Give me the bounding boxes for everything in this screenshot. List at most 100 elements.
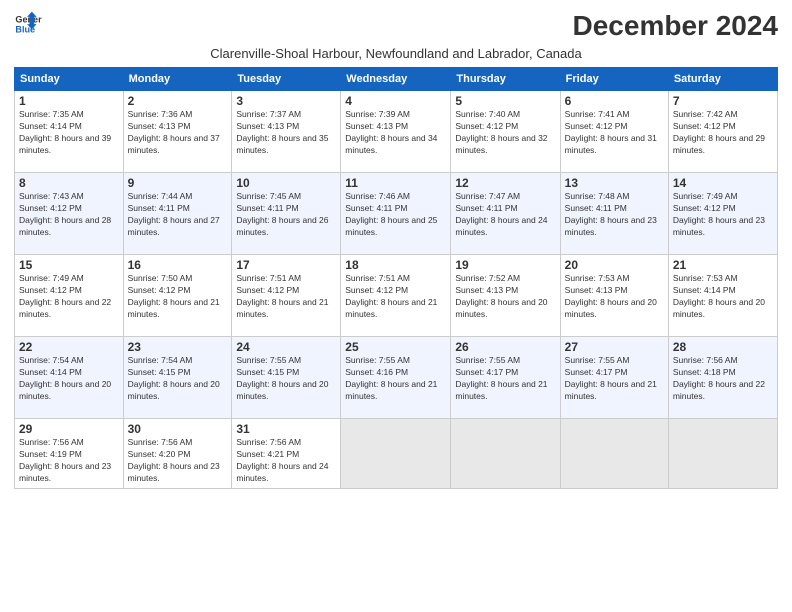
day-info: Sunrise: 7:47 AMSunset: 4:11 PMDaylight:… [455, 191, 547, 237]
day-number: 29 [19, 422, 119, 436]
day-number: 2 [128, 94, 228, 108]
table-row [341, 419, 451, 489]
day-info: Sunrise: 7:51 AMSunset: 4:12 PMDaylight:… [236, 273, 328, 319]
day-number: 7 [673, 94, 773, 108]
day-info: Sunrise: 7:46 AMSunset: 4:11 PMDaylight:… [345, 191, 437, 237]
day-number: 12 [455, 176, 555, 190]
logo-icon: General Blue [14, 10, 42, 38]
day-info: Sunrise: 7:44 AMSunset: 4:11 PMDaylight:… [128, 191, 220, 237]
day-number: 18 [345, 258, 446, 272]
header-friday: Friday [560, 68, 668, 91]
table-row: 10 Sunrise: 7:45 AMSunset: 4:11 PMDaylig… [232, 173, 341, 255]
day-info: Sunrise: 7:49 AMSunset: 4:12 PMDaylight:… [19, 273, 111, 319]
day-number: 4 [345, 94, 446, 108]
table-row: 3 Sunrise: 7:37 AMSunset: 4:13 PMDayligh… [232, 91, 341, 173]
table-row: 5 Sunrise: 7:40 AMSunset: 4:12 PMDayligh… [451, 91, 560, 173]
day-number: 23 [128, 340, 228, 354]
table-row: 29 Sunrise: 7:56 AMSunset: 4:19 PMDaylig… [15, 419, 124, 489]
day-number: 6 [565, 94, 664, 108]
day-info: Sunrise: 7:43 AMSunset: 4:12 PMDaylight:… [19, 191, 111, 237]
table-row: 15 Sunrise: 7:49 AMSunset: 4:12 PMDaylig… [15, 255, 124, 337]
header-tuesday: Tuesday [232, 68, 341, 91]
main-title: December 2024 [573, 10, 778, 42]
day-info: Sunrise: 7:48 AMSunset: 4:11 PMDaylight:… [565, 191, 657, 237]
calendar-header-row: Sunday Monday Tuesday Wednesday Thursday… [15, 68, 778, 91]
header-sunday: Sunday [15, 68, 124, 91]
table-row: 22 Sunrise: 7:54 AMSunset: 4:14 PMDaylig… [15, 337, 124, 419]
table-row: 4 Sunrise: 7:39 AMSunset: 4:13 PMDayligh… [341, 91, 451, 173]
day-number: 5 [455, 94, 555, 108]
table-row: 25 Sunrise: 7:55 AMSunset: 4:16 PMDaylig… [341, 337, 451, 419]
day-number: 16 [128, 258, 228, 272]
table-row: 8 Sunrise: 7:43 AMSunset: 4:12 PMDayligh… [15, 173, 124, 255]
header-wednesday: Wednesday [341, 68, 451, 91]
day-number: 3 [236, 94, 336, 108]
table-row [560, 419, 668, 489]
day-number: 26 [455, 340, 555, 354]
day-info: Sunrise: 7:55 AMSunset: 4:17 PMDaylight:… [455, 355, 547, 401]
day-number: 24 [236, 340, 336, 354]
day-number: 10 [236, 176, 336, 190]
table-row: 11 Sunrise: 7:46 AMSunset: 4:11 PMDaylig… [341, 173, 451, 255]
table-row: 7 Sunrise: 7:42 AMSunset: 4:12 PMDayligh… [668, 91, 777, 173]
day-info: Sunrise: 7:53 AMSunset: 4:13 PMDaylight:… [565, 273, 657, 319]
day-number: 15 [19, 258, 119, 272]
table-row: 1 Sunrise: 7:35 AMSunset: 4:14 PMDayligh… [15, 91, 124, 173]
day-info: Sunrise: 7:51 AMSunset: 4:12 PMDaylight:… [345, 273, 437, 319]
day-info: Sunrise: 7:56 AMSunset: 4:18 PMDaylight:… [673, 355, 765, 401]
header: General Blue December 2024 [14, 10, 778, 42]
title-section: December 2024 [573, 10, 778, 42]
day-number: 28 [673, 340, 773, 354]
table-row: 18 Sunrise: 7:51 AMSunset: 4:12 PMDaylig… [341, 255, 451, 337]
day-info: Sunrise: 7:37 AMSunset: 4:13 PMDaylight:… [236, 109, 328, 155]
day-info: Sunrise: 7:56 AMSunset: 4:21 PMDaylight:… [236, 437, 328, 483]
day-number: 21 [673, 258, 773, 272]
day-number: 11 [345, 176, 446, 190]
table-row [451, 419, 560, 489]
day-number: 14 [673, 176, 773, 190]
table-row: 21 Sunrise: 7:53 AMSunset: 4:14 PMDaylig… [668, 255, 777, 337]
table-row: 23 Sunrise: 7:54 AMSunset: 4:15 PMDaylig… [123, 337, 232, 419]
day-info: Sunrise: 7:39 AMSunset: 4:13 PMDaylight:… [345, 109, 437, 155]
day-info: Sunrise: 7:41 AMSunset: 4:12 PMDaylight:… [565, 109, 657, 155]
table-row: 9 Sunrise: 7:44 AMSunset: 4:11 PMDayligh… [123, 173, 232, 255]
day-number: 17 [236, 258, 336, 272]
table-row: 19 Sunrise: 7:52 AMSunset: 4:13 PMDaylig… [451, 255, 560, 337]
day-info: Sunrise: 7:54 AMSunset: 4:14 PMDaylight:… [19, 355, 111, 401]
table-row: 28 Sunrise: 7:56 AMSunset: 4:18 PMDaylig… [668, 337, 777, 419]
table-row: 30 Sunrise: 7:56 AMSunset: 4:20 PMDaylig… [123, 419, 232, 489]
table-row: 12 Sunrise: 7:47 AMSunset: 4:11 PMDaylig… [451, 173, 560, 255]
day-info: Sunrise: 7:36 AMSunset: 4:13 PMDaylight:… [128, 109, 220, 155]
header-saturday: Saturday [668, 68, 777, 91]
day-number: 13 [565, 176, 664, 190]
day-info: Sunrise: 7:50 AMSunset: 4:12 PMDaylight:… [128, 273, 220, 319]
day-number: 22 [19, 340, 119, 354]
header-monday: Monday [123, 68, 232, 91]
day-number: 20 [565, 258, 664, 272]
header-thursday: Thursday [451, 68, 560, 91]
day-number: 1 [19, 94, 119, 108]
calendar-table: Sunday Monday Tuesday Wednesday Thursday… [14, 67, 778, 489]
table-row: 2 Sunrise: 7:36 AMSunset: 4:13 PMDayligh… [123, 91, 232, 173]
day-info: Sunrise: 7:55 AMSunset: 4:17 PMDaylight:… [565, 355, 657, 401]
day-number: 30 [128, 422, 228, 436]
day-info: Sunrise: 7:56 AMSunset: 4:19 PMDaylight:… [19, 437, 111, 483]
day-info: Sunrise: 7:52 AMSunset: 4:13 PMDaylight:… [455, 273, 547, 319]
day-info: Sunrise: 7:49 AMSunset: 4:12 PMDaylight:… [673, 191, 765, 237]
table-row: 27 Sunrise: 7:55 AMSunset: 4:17 PMDaylig… [560, 337, 668, 419]
day-info: Sunrise: 7:40 AMSunset: 4:12 PMDaylight:… [455, 109, 547, 155]
day-info: Sunrise: 7:54 AMSunset: 4:15 PMDaylight:… [128, 355, 220, 401]
table-row: 6 Sunrise: 7:41 AMSunset: 4:12 PMDayligh… [560, 91, 668, 173]
table-row [668, 419, 777, 489]
table-row: 31 Sunrise: 7:56 AMSunset: 4:21 PMDaylig… [232, 419, 341, 489]
day-info: Sunrise: 7:45 AMSunset: 4:11 PMDaylight:… [236, 191, 328, 237]
table-row: 13 Sunrise: 7:48 AMSunset: 4:11 PMDaylig… [560, 173, 668, 255]
day-info: Sunrise: 7:56 AMSunset: 4:20 PMDaylight:… [128, 437, 220, 483]
table-row: 16 Sunrise: 7:50 AMSunset: 4:12 PMDaylig… [123, 255, 232, 337]
day-info: Sunrise: 7:55 AMSunset: 4:16 PMDaylight:… [345, 355, 437, 401]
page: General Blue December 2024 Clarenville-S… [0, 0, 792, 612]
day-info: Sunrise: 7:55 AMSunset: 4:15 PMDaylight:… [236, 355, 328, 401]
table-row: 24 Sunrise: 7:55 AMSunset: 4:15 PMDaylig… [232, 337, 341, 419]
day-number: 19 [455, 258, 555, 272]
day-number: 9 [128, 176, 228, 190]
